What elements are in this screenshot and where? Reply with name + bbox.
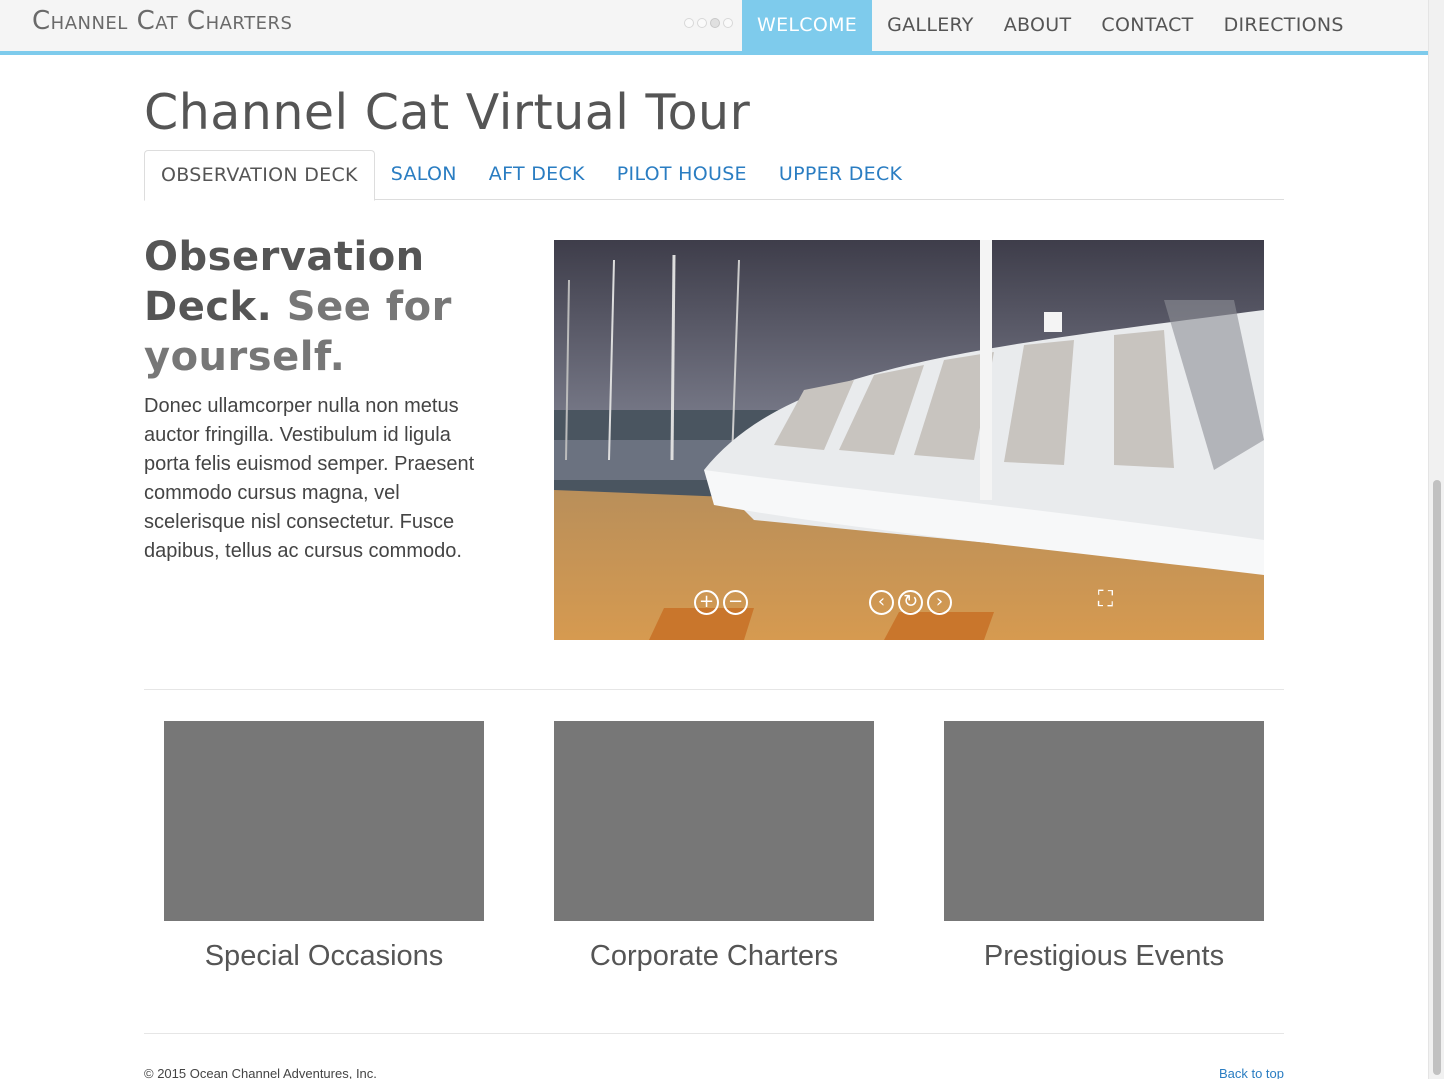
- chevron-left-icon[interactable]: ‹: [869, 590, 894, 615]
- autoplay-icon[interactable]: ↻: [898, 590, 923, 615]
- navigation-controls: ‹ ↻ ›: [869, 590, 952, 616]
- panorama-image[interactable]: [554, 240, 1264, 640]
- carousel-indicators: [684, 18, 733, 28]
- tab-upper-deck[interactable]: UPPER DECK: [763, 150, 918, 200]
- fullscreen-icon[interactable]: ⛶: [1093, 589, 1118, 615]
- footer-copyright: © 2015 Ocean Channel Adventures, Inc.: [144, 1066, 377, 1079]
- nav-directions[interactable]: DIRECTIONS: [1209, 0, 1359, 51]
- main-nav: WELCOME GALLERY ABOUT CONTACT DIRECTIONS: [742, 0, 1359, 51]
- card-image-placeholder: [554, 721, 874, 921]
- fullscreen-control: ⛶: [1093, 589, 1118, 616]
- tour-tabs: OBSERVATION DECK SALON AFT DECK PILOT HO…: [144, 150, 1284, 201]
- back-to-top-link[interactable]: Back to top: [1219, 1066, 1284, 1079]
- feature-heading: Observation Deck. See for yourself.: [144, 232, 524, 382]
- card-image-placeholder: [944, 721, 1264, 921]
- nav-gallery[interactable]: GALLERY: [872, 0, 989, 51]
- zoom-controls: + −: [694, 590, 748, 616]
- tab-aft-deck[interactable]: AFT DECK: [473, 150, 601, 200]
- zoom-in-icon[interactable]: +: [694, 590, 719, 615]
- page-title: Channel Cat Virtual Tour: [144, 84, 751, 141]
- card-title: Corporate Charters: [589, 940, 839, 972]
- tab-pilot-house[interactable]: PILOT HOUSE: [601, 150, 763, 200]
- card-title: Special Occasions: [204, 940, 444, 972]
- brand-logo[interactable]: Channel Cat Charters: [32, 6, 292, 36]
- nav-contact[interactable]: CONTACT: [1086, 0, 1208, 51]
- tab-observation-deck[interactable]: OBSERVATION DECK: [144, 150, 375, 201]
- scrollbar[interactable]: [1428, 0, 1444, 1079]
- panorama-viewer[interactable]: [554, 240, 1264, 640]
- navbar: Channel Cat Charters WELCOME GALLERY ABO…: [0, 0, 1428, 55]
- feature-text: Donec ullamcorper nulla non metus auctor…: [144, 395, 475, 562]
- nav-welcome[interactable]: WELCOME: [742, 0, 873, 51]
- card-image-placeholder: [164, 721, 484, 921]
- carousel-dot[interactable]: [697, 18, 707, 28]
- carousel-dot[interactable]: [723, 18, 733, 28]
- carousel-dot-active[interactable]: [710, 18, 720, 28]
- tab-salon[interactable]: SALON: [375, 150, 473, 200]
- zoom-out-icon[interactable]: −: [723, 590, 748, 615]
- scrollbar-thumb[interactable]: [1433, 480, 1441, 1075]
- nav-about[interactable]: ABOUT: [989, 0, 1087, 51]
- chevron-right-icon[interactable]: ›: [927, 590, 952, 615]
- section-divider: [144, 689, 1284, 690]
- card-title: Prestigious Events: [983, 940, 1225, 972]
- footer-divider: [144, 1033, 1284, 1034]
- carousel-dot[interactable]: [684, 18, 694, 28]
